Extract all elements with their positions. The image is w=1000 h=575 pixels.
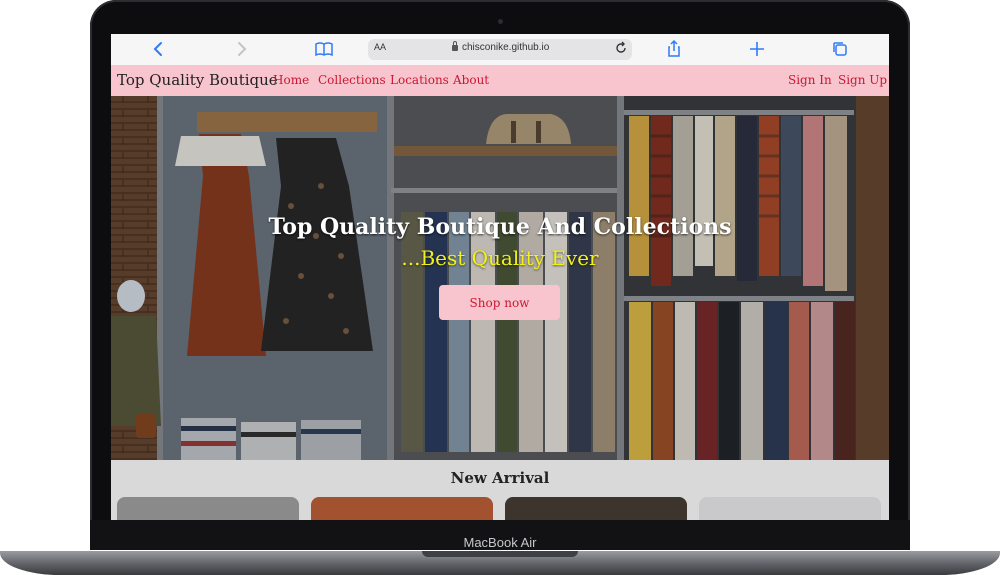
laptop-notch bbox=[422, 551, 578, 557]
shop-now-button[interactable]: Shop now bbox=[439, 285, 560, 320]
browser-toolbar: AA chisconike.github.io bbox=[111, 34, 889, 66]
hero-subtitle: ...Best Quality Ever bbox=[401, 246, 599, 270]
address-bar[interactable]: AA chisconike.github.io bbox=[368, 39, 632, 60]
hero-section: Top Quality Boutique And Collections ...… bbox=[111, 96, 889, 460]
plus-icon[interactable] bbox=[747, 39, 767, 59]
screen: AA chisconike.github.io Top Quality Bout… bbox=[111, 34, 889, 520]
nav-collections[interactable]: Collections bbox=[318, 73, 386, 87]
product-card[interactable] bbox=[505, 497, 687, 520]
reload-icon[interactable] bbox=[615, 41, 627, 58]
section-title: New Arrival bbox=[450, 469, 550, 487]
nav-sign-up[interactable]: Sign Up bbox=[838, 73, 887, 87]
nav-sign-in[interactable]: Sign In bbox=[788, 73, 832, 87]
chevron-right-icon[interactable] bbox=[231, 39, 251, 59]
text-size-button[interactable]: AA bbox=[374, 42, 386, 52]
model-label: MacBook Air bbox=[463, 535, 537, 550]
url-text: chisconike.github.io bbox=[462, 42, 550, 53]
product-card[interactable] bbox=[311, 497, 493, 520]
nav-about[interactable]: About bbox=[453, 73, 489, 87]
product-card[interactable] bbox=[117, 497, 299, 520]
laptop-mockup: AA chisconike.github.io Top Quality Bout… bbox=[0, 0, 1000, 575]
site-navbar: Top Quality Boutique Home Collections Lo… bbox=[111, 65, 889, 96]
share-icon[interactable] bbox=[664, 39, 684, 59]
book-icon[interactable] bbox=[314, 39, 334, 59]
camera-icon bbox=[498, 19, 503, 24]
hero-background-image bbox=[111, 96, 889, 460]
nav-home[interactable]: Home bbox=[273, 73, 309, 87]
tabs-icon[interactable] bbox=[830, 39, 850, 59]
hero-title: Top Quality Boutique And Collections bbox=[268, 214, 732, 240]
product-card[interactable] bbox=[699, 497, 881, 520]
brand-logo[interactable]: Top Quality Boutique bbox=[117, 71, 278, 89]
new-arrival-section: New Arrival bbox=[111, 460, 889, 520]
chevron-left-icon[interactable] bbox=[149, 39, 169, 59]
lock-icon bbox=[452, 41, 458, 51]
nav-locations[interactable]: Locations bbox=[390, 73, 449, 87]
